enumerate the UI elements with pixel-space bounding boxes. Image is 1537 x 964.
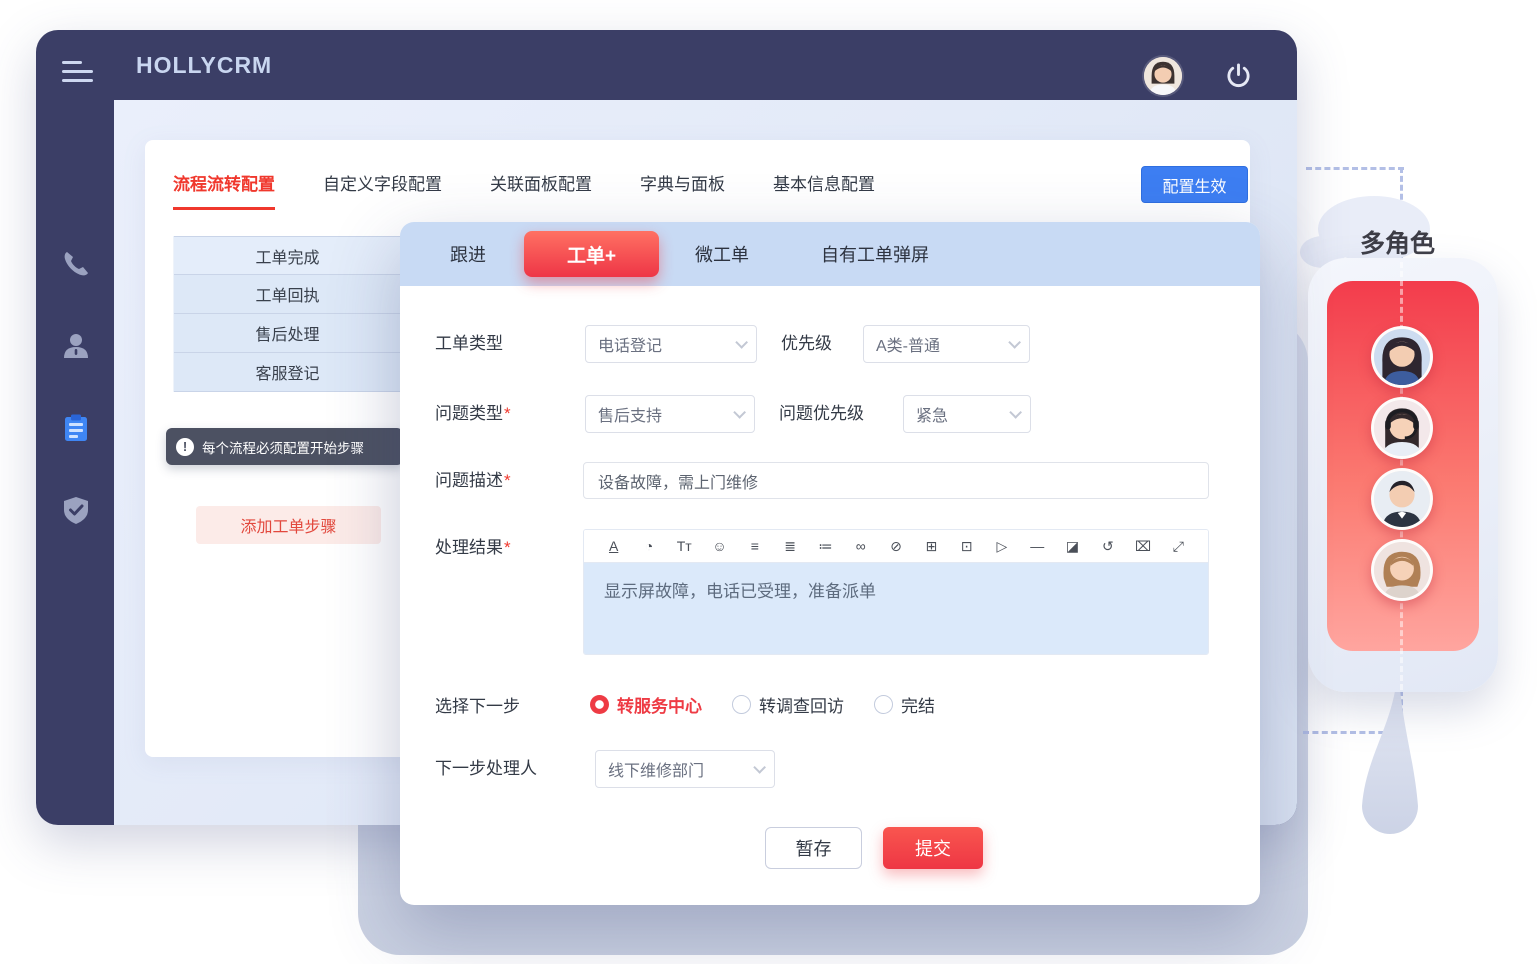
tab-micro-workorder[interactable]: 微工单 — [695, 241, 749, 267]
exclamation-icon: ! — [176, 438, 194, 456]
video-icon[interactable]: ▷ — [984, 539, 1019, 553]
align-left-icon[interactable]: ≣ — [772, 539, 807, 553]
table-icon[interactable]: ⊞ — [914, 539, 949, 553]
editor-toolbar: A ◔ Tт ☺ ≡ ≣ ≔ ∞ ⊘ ⊞ ⊡ ▷ — ◪ ↺ ⌧ ⤢ — [584, 530, 1208, 563]
contact-icon[interactable] — [60, 330, 92, 362]
multi-role-title: 多角色 — [1360, 224, 1435, 260]
problem-desc-input[interactable]: 设备故障，需上门维修 — [583, 462, 1209, 499]
image-icon[interactable]: ⊡ — [949, 539, 984, 553]
tab-dictionary-panel[interactable]: 字典与面板 — [640, 170, 725, 210]
result-textarea[interactable]: 显示屏故障，电话已受理，准备派单 — [584, 563, 1208, 655]
tab-process-flow-config[interactable]: 流程流转配置 — [173, 170, 275, 210]
link-remove-icon[interactable]: ⊘ — [878, 539, 913, 553]
undo-icon[interactable]: ↺ — [1090, 539, 1125, 553]
workorder-modal: 跟进 工单+ 微工单 自有工单弹屏 工单类型 电话登记 优先级 A类-普通 问题… — [400, 222, 1260, 905]
order-type-select[interactable]: 电话登记 — [585, 325, 757, 363]
warning-text: 每个流程必须配置开始步骤 — [202, 437, 364, 457]
problem-type-select[interactable]: 售后支持 — [585, 395, 755, 433]
chevron-down-icon — [1008, 336, 1021, 349]
next-handler-select[interactable]: 线下维修部门 — [595, 750, 775, 788]
workorder-clipboard-icon[interactable] — [60, 412, 92, 444]
font-size-icon[interactable]: Tт — [667, 539, 702, 553]
warning-tooltip: ! 每个流程必须配置开始步骤 — [166, 428, 403, 465]
problem-type-value: 售后支持 — [598, 402, 662, 426]
power-icon[interactable] — [1225, 62, 1252, 89]
tab-follow-up[interactable]: 跟进 — [450, 241, 486, 267]
page-tab-bar: 流程流转配置 自定义字段配置 关联面板配置 字典与面板 基本信息配置 — [173, 170, 875, 210]
add-workorder-step-button[interactable]: 添加工单步骤 — [196, 506, 381, 544]
phone-icon[interactable] — [60, 248, 92, 280]
radio-transfer-survey-visit[interactable]: 转调查回访 — [732, 692, 844, 717]
radio-transfer-service-center[interactable]: 转服务中心 — [590, 692, 702, 717]
radio-selected-icon — [590, 695, 609, 714]
radio-icon — [732, 695, 751, 714]
shield-check-icon[interactable] — [60, 494, 92, 526]
hr-icon[interactable]: — — [1020, 539, 1055, 553]
list-item[interactable]: 客服登记 — [174, 353, 401, 392]
palette-icon[interactable]: ◔ — [631, 539, 666, 553]
list-icon[interactable]: ≔ — [808, 539, 843, 553]
avatar-agent-female-long-hair — [1371, 326, 1433, 388]
avatar-agent-headset — [1371, 397, 1433, 459]
eraser-icon[interactable]: ◪ — [1055, 539, 1090, 553]
avatar-agent-male-suit — [1371, 468, 1433, 530]
result-label: 处理结果* — [435, 529, 511, 567]
problem-priority-label: 问题优先级 — [779, 395, 864, 433]
tab-own-workorder-popup[interactable]: 自有工单弹屏 — [821, 241, 929, 267]
emoji-icon[interactable]: ☺ — [702, 539, 737, 553]
workflow-step-list: 工单完成 工单回执 售后处理 客服登记 — [173, 236, 401, 392]
problem-priority-value: 紧急 — [916, 402, 948, 426]
user-photo-icon — [1144, 57, 1182, 95]
chevron-down-icon — [733, 406, 746, 419]
problem-priority-select[interactable]: 紧急 — [903, 395, 1031, 433]
submit-button[interactable]: 提交 — [883, 827, 983, 869]
tab-custom-field-config[interactable]: 自定义字段配置 — [323, 170, 442, 210]
user-avatar[interactable] — [1144, 57, 1182, 95]
list-item[interactable]: 工单完成 — [174, 236, 401, 275]
next-handler-value: 线下维修部门 — [608, 757, 704, 781]
order-type-value: 电话登记 — [598, 332, 662, 356]
app-logo: HOLLYCRM — [136, 51, 272, 79]
priority-select[interactable]: A类-普通 — [863, 325, 1030, 363]
tab-basic-info-config[interactable]: 基本信息配置 — [773, 170, 875, 210]
next-step-label: 选择下一步 — [435, 688, 520, 726]
problem-desc-label: 问题描述* — [435, 462, 511, 500]
chevron-down-icon — [735, 336, 748, 349]
tab-related-panel-config[interactable]: 关联面板配置 — [490, 170, 592, 210]
hamburger-menu-icon[interactable] — [62, 61, 94, 83]
list-item[interactable]: 工单回执 — [174, 275, 401, 314]
rich-text-editor: A ◔ Tт ☺ ≡ ≣ ≔ ∞ ⊘ ⊞ ⊡ ▷ — ◪ ↺ ⌧ ⤢ 显示屏故障… — [583, 529, 1209, 655]
link-add-icon[interactable]: ∞ — [843, 539, 878, 553]
chevron-down-icon — [1009, 406, 1022, 419]
indent-icon[interactable]: ≡ — [737, 539, 772, 553]
avatar-agent-female-bob — [1371, 539, 1433, 601]
dashed-line-top — [1306, 167, 1404, 170]
order-type-label: 工单类型 — [435, 325, 503, 363]
chevron-down-icon — [753, 761, 766, 774]
list-item[interactable]: 售后处理 — [174, 314, 401, 353]
priority-label: 优先级 — [781, 325, 832, 363]
next-handler-label: 下一步处理人 — [435, 750, 537, 788]
problem-desc-value: 设备故障，需上门维修 — [598, 469, 758, 493]
radio-complete[interactable]: 完结 — [874, 692, 935, 717]
problem-type-label: 问题类型* — [435, 395, 511, 433]
modal-tab-bar: 跟进 工单+ 微工单 自有工单弹屏 — [400, 222, 1260, 286]
next-step-radio-group: 转服务中心 转调查回访 完结 — [590, 692, 935, 717]
font-underline-icon[interactable]: A — [596, 539, 631, 553]
save-draft-button[interactable]: 暂存 — [765, 827, 862, 869]
trash-icon[interactable]: ⌧ — [1125, 539, 1160, 553]
screen: HOLLYCRM — [0, 0, 1537, 964]
fullscreen-icon[interactable]: ⤢ — [1161, 539, 1196, 553]
radio-icon — [874, 695, 893, 714]
apply-config-button[interactable]: 配置生效 — [1141, 166, 1248, 203]
priority-value: A类-普通 — [876, 332, 940, 356]
tab-workorder-plus[interactable]: 工单+ — [524, 231, 659, 277]
